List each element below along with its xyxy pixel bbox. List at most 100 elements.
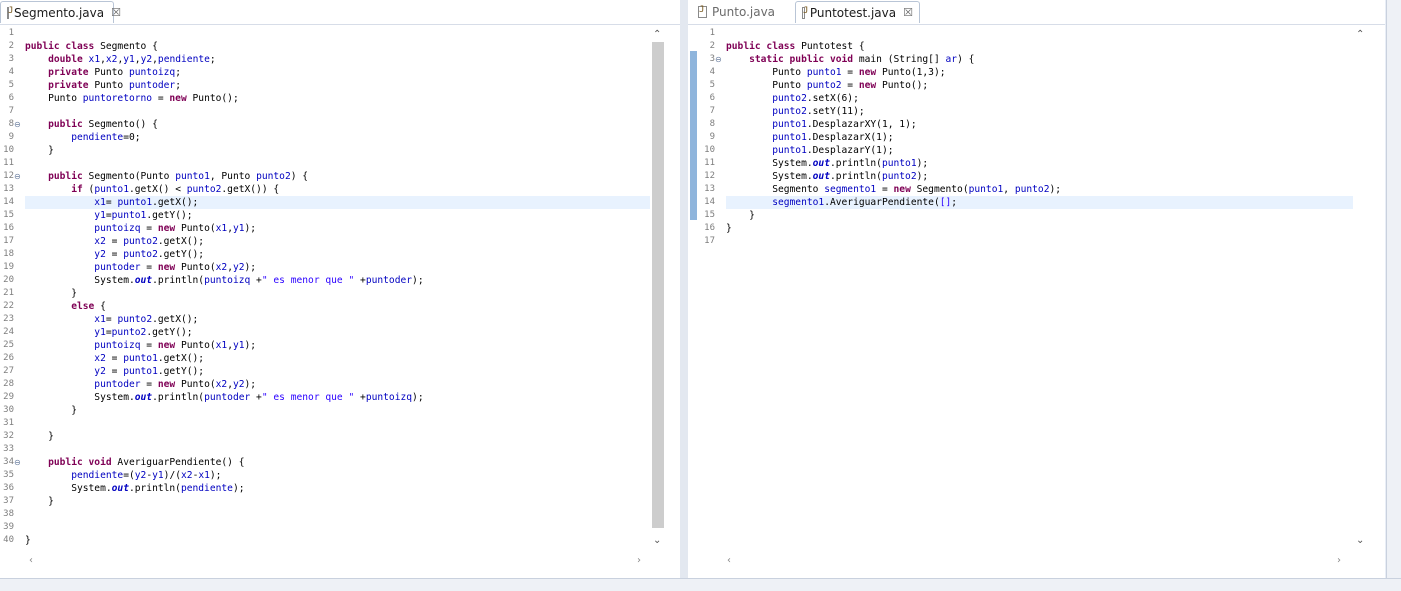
tab-punto-java[interactable]: Punto.java: [692, 1, 792, 23]
code-line[interactable]: 29 System.out.println(puntoder +" es men…: [0, 391, 680, 404]
line-number: 18: [3, 249, 14, 259]
code-line[interactable]: 27 y2 = punto1.getY();: [0, 365, 680, 378]
vertical-scrollbar[interactable]: ⌃ ⌄: [1353, 25, 1369, 552]
code-line[interactable]: 22 else {: [0, 300, 680, 313]
code-line[interactable]: 11 System.out.println(punto1);: [688, 157, 1385, 170]
line-number: 12: [704, 171, 715, 181]
line-number: 40: [3, 535, 14, 545]
code-line[interactable]: 33: [0, 443, 680, 456]
code-line[interactable]: 5 private Punto puntoder;: [0, 79, 680, 92]
code-line[interactable]: 9 pendiente=0;: [0, 131, 680, 144]
code-line[interactable]: 15 }: [688, 209, 1385, 222]
code-line[interactable]: 26 x2 = punto1.getX();: [0, 352, 680, 365]
code-line[interactable]: 21 }: [0, 287, 680, 300]
code-text: }: [25, 145, 54, 156]
code-line[interactable]: 38: [0, 508, 680, 521]
line-number: 16: [704, 223, 715, 233]
code-line[interactable]: 16}: [688, 222, 1385, 235]
code-line[interactable]: 12 System.out.println(punto2);: [688, 170, 1385, 183]
editor-pane-segmento: Segmento.java ☒ 12public class Segmento …: [0, 0, 680, 578]
close-icon[interactable]: ☒: [111, 6, 121, 19]
code-line[interactable]: 13 Segmento segmento1 = new Segmento(pun…: [688, 183, 1385, 196]
code-line[interactable]: 40}: [0, 534, 680, 547]
code-line[interactable]: 13 if (punto1.getX() < punto2.getX()) {: [0, 183, 680, 196]
code-line[interactable]: 10 }: [0, 144, 680, 157]
code-line[interactable]: 14 segmento1.AveriguarPendiente([];: [688, 196, 1385, 209]
code-line[interactable]: 24 y1=punto2.getY();: [0, 326, 680, 339]
code-line[interactable]: 7: [0, 105, 680, 118]
vertical-scrollbar[interactable]: ⌃ ⌄: [650, 25, 666, 552]
scroll-up-icon[interactable]: ⌃: [653, 29, 661, 40]
code-line[interactable]: 2 public class Segmento {: [0, 40, 680, 53]
code-line[interactable]: 6 Punto puntoretorno = new Punto();: [0, 92, 680, 105]
code-line[interactable]: 15 y1=punto1.getY();: [0, 209, 680, 222]
code-line[interactable]: 39: [0, 521, 680, 534]
scroll-right-icon[interactable]: ›: [637, 555, 641, 566]
code-editor[interactable]: 1 2 public class Puntotest {3 ⊖ static publ…: [688, 25, 1385, 552]
scrollbar-thumb[interactable]: [652, 42, 664, 528]
tab-label: Punto.java: [712, 5, 776, 19]
line-number: 27: [3, 366, 14, 376]
fold-toggle-icon[interactable]: ⊖: [14, 456, 21, 469]
scroll-left-icon[interactable]: ‹: [29, 555, 33, 566]
code-line[interactable]: 23 x1= punto2.getX();: [0, 313, 680, 326]
code-line[interactable]: 17 x2 = punto2.getX();: [0, 235, 680, 248]
code-line[interactable]: 4 private Punto puntoizq;: [0, 66, 680, 79]
scroll-down-icon[interactable]: ⌄: [1356, 535, 1364, 546]
code-line[interactable]: 35 pendiente=(y2-y1)/(x2-x1);: [0, 469, 680, 482]
line-number: 23: [3, 314, 14, 324]
code-line[interactable]: 30 }: [0, 404, 680, 417]
code-line[interactable]: 16 puntoizq = new Punto(x1,y1);: [0, 222, 680, 235]
code-line[interactable]: 28 puntoder = new Punto(x2,y2);: [0, 378, 680, 391]
code-line[interactable]: 8 ⊖ public Segmento() {: [0, 118, 680, 131]
code-line[interactable]: 6 punto2.setX(6);: [688, 92, 1385, 105]
code-line[interactable]: 3 double x1,x2,y1,y2,pendiente;: [0, 53, 680, 66]
code-line[interactable]: 17: [688, 235, 1385, 248]
code-line[interactable]: 1: [688, 27, 1385, 40]
horizontal-scrollbar[interactable]: ‹ ›: [25, 555, 650, 569]
code-editor[interactable]: 1 2 public class Segmento {3 double x1,x2,…: [0, 25, 680, 552]
scroll-left-icon[interactable]: ‹: [727, 555, 731, 566]
code-line[interactable]: 12 ⊖ public Segmento(Punto punto1, Punto …: [0, 170, 680, 183]
code-text: pendiente=(y2-y1)/(x2-x1);: [25, 470, 222, 481]
tab-puntotest-java[interactable]: Puntotest.java ☒: [795, 1, 920, 23]
line-number: 9: [709, 132, 715, 142]
horizontal-scrollbar[interactable]: ‹ ›: [713, 555, 1353, 569]
code-line[interactable]: 9 punto1.DesplazarX(1);: [688, 131, 1385, 144]
code-line[interactable]: 11: [0, 157, 680, 170]
code-line[interactable]: 2 public class Puntotest {: [688, 40, 1385, 53]
scroll-right-icon[interactable]: ›: [1337, 555, 1341, 566]
code-line[interactable]: 8 punto1.DesplazarXY(1, 1);: [688, 118, 1385, 131]
close-icon[interactable]: ☒: [903, 6, 913, 19]
pane-separator[interactable]: [680, 0, 688, 578]
code-line[interactable]: 5 Punto punto2 = new Punto();: [688, 79, 1385, 92]
bottom-toolbar: [0, 578, 1401, 591]
line-number: 16: [3, 223, 14, 233]
code-line[interactable]: 18 y2 = punto2.getY();: [0, 248, 680, 261]
code-line[interactable]: 31: [0, 417, 680, 430]
code-line[interactable]: 4 Punto punto1 = new Punto(1,3);: [688, 66, 1385, 79]
fold-toggle-icon[interactable]: ⊖: [14, 118, 21, 131]
tab-segmento-java[interactable]: Segmento.java ☒: [0, 1, 121, 23]
code-text: static public void main (String[] ar) {: [726, 54, 975, 65]
code-line[interactable]: 20 System.out.println(puntoizq +" es men…: [0, 274, 680, 287]
scroll-up-icon[interactable]: ⌃: [1356, 29, 1364, 40]
code-line[interactable]: 37 }: [0, 495, 680, 508]
fold-toggle-icon[interactable]: ⊖: [715, 53, 722, 66]
code-text: public void AveriguarPendiente() {: [25, 457, 245, 468]
fold-toggle-icon[interactable]: ⊖: [14, 170, 21, 183]
scroll-down-icon[interactable]: ⌄: [653, 535, 661, 546]
code-line[interactable]: 14 x1= punto1.getX();: [0, 196, 680, 209]
code-line[interactable]: 36 System.out.println(pendiente);: [0, 482, 680, 495]
code-line[interactable]: 32 }: [0, 430, 680, 443]
code-line[interactable]: 7 punto2.setY(11);: [688, 105, 1385, 118]
code-line[interactable]: 1: [0, 27, 680, 40]
code-line[interactable]: 34 ⊖ public void AveriguarPendiente() {: [0, 456, 680, 469]
line-number: 10: [704, 145, 715, 155]
line-number: 31: [3, 418, 14, 428]
code-line[interactable]: 19 puntoder = new Punto(x2,y2);: [0, 261, 680, 274]
code-line[interactable]: 3 ⊖ static public void main (String[] ar)…: [688, 53, 1385, 66]
code-line[interactable]: 10 punto1.DesplazarY(1);: [688, 144, 1385, 157]
code-line[interactable]: 25 puntoizq = new Punto(x1,y1);: [0, 339, 680, 352]
line-number: 1: [709, 28, 715, 38]
